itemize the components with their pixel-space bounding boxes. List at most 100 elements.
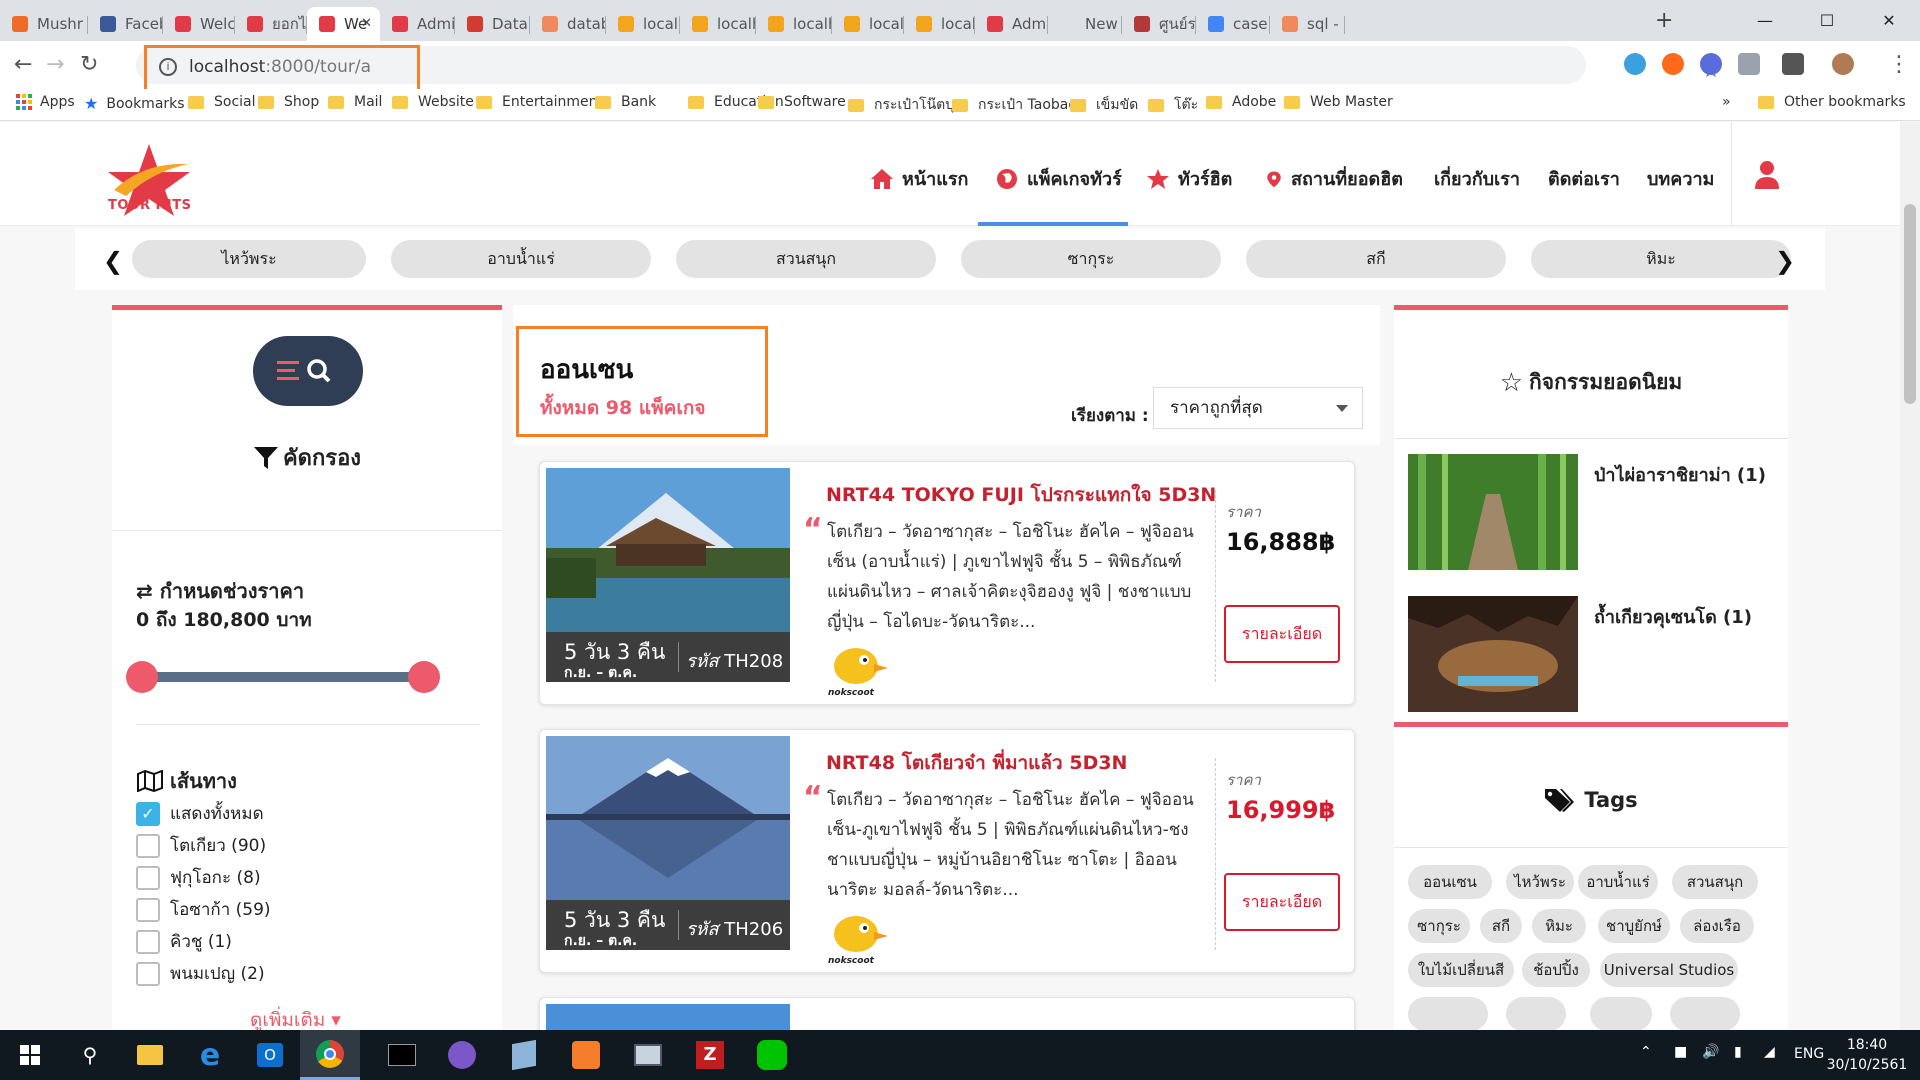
nav-contact[interactable]: ติดต่อเรา bbox=[1548, 164, 1620, 193]
browser-tab[interactable]: Welco bbox=[163, 7, 235, 41]
file-explorer-button[interactable] bbox=[120, 1030, 180, 1080]
tray-app-icon[interactable]: ■ bbox=[1674, 1044, 1687, 1060]
bookmark-item[interactable]: Social bbox=[188, 94, 256, 110]
tag-chip[interactable]: ใบไม้เปลี่ยนสี bbox=[1408, 953, 1514, 987]
route-checkbox[interactable]: ✓ แสดงทั้งหมด bbox=[136, 800, 264, 827]
bookmark-item[interactable]: Apps bbox=[16, 94, 75, 110]
tour-card[interactable]: 5 วัน 3 คืน ก.ย. – ต.ค. รหัส TH206 NRT48… bbox=[539, 729, 1355, 973]
volume-icon[interactable]: 🔊 bbox=[1702, 1044, 1719, 1060]
browser-tab[interactable]: Mushr bbox=[0, 7, 88, 41]
carousel-prev-icon[interactable]: ❮ bbox=[103, 247, 123, 275]
bookmark-item[interactable]: Website bbox=[392, 94, 474, 110]
line-button[interactable] bbox=[742, 1030, 802, 1080]
bookmark-item[interactable]: Adobe bbox=[1206, 94, 1276, 110]
route-checkbox[interactable]: โตเกียว (90) bbox=[136, 832, 266, 859]
details-button[interactable]: รายละเอียด bbox=[1224, 605, 1340, 663]
tag-chip-partial[interactable] bbox=[1506, 997, 1566, 1030]
tag-chip[interactable]: สวนสนุก bbox=[1672, 865, 1758, 899]
browser-tab[interactable]: case v bbox=[1196, 7, 1270, 41]
browser-tab[interactable]: Facebo bbox=[88, 7, 163, 41]
minimize-button[interactable]: — bbox=[1734, 0, 1796, 41]
xampp-button[interactable] bbox=[556, 1030, 616, 1080]
bookmark-item[interactable]: ★ Bookmarks bbox=[84, 94, 185, 113]
clock[interactable]: 18:40 30/10/2561 bbox=[1822, 1035, 1912, 1075]
maximize-button[interactable]: ☐ bbox=[1796, 0, 1858, 41]
details-button[interactable]: รายละเอียด bbox=[1224, 873, 1340, 931]
bookmark-item[interactable]: Shop bbox=[258, 94, 319, 110]
back-button[interactable]: ← bbox=[14, 53, 32, 77]
profile-avatar[interactable] bbox=[1832, 53, 1854, 75]
checkbox-icon[interactable]: ✓ bbox=[136, 801, 160, 826]
tour-title[interactable]: NRT48 โตเกียวจ๋า พี่มาแล้ว 5D3N bbox=[826, 748, 1127, 778]
browser-tab[interactable]: localh bbox=[680, 7, 756, 41]
other-bookmarks[interactable]: Other bookmarks bbox=[1758, 94, 1906, 110]
user-icon[interactable] bbox=[1754, 160, 1780, 190]
route-checkbox[interactable]: พนมเปญ (2) bbox=[136, 960, 265, 987]
scrollbar-thumb[interactable] bbox=[1904, 204, 1916, 404]
activity-name[interactable]: ถ้ำเกียวคุเซนโด (1) bbox=[1594, 602, 1752, 712]
bookmark-item[interactable]: โต๊ะ bbox=[1148, 94, 1198, 116]
tag-chip-partial[interactable] bbox=[1590, 997, 1652, 1030]
bookmark-item[interactable]: Web Master bbox=[1284, 94, 1393, 110]
tag-chip-partial[interactable] bbox=[1670, 997, 1740, 1030]
close-tab-icon[interactable]: ✕ bbox=[361, 16, 372, 31]
show-more-link[interactable]: ดูเพิ่มเติม ▾ bbox=[250, 1005, 341, 1030]
nav-packages[interactable]: แพ็คเกจทัวร์ bbox=[995, 164, 1122, 193]
extension-r-icon[interactable] bbox=[1700, 53, 1722, 75]
bookmark-item[interactable]: Mail bbox=[328, 94, 382, 110]
page-scrollbar[interactable] bbox=[1900, 122, 1920, 1030]
bookmark-item[interactable]: Bank bbox=[595, 94, 656, 110]
site-info-icon[interactable]: i bbox=[159, 58, 177, 76]
github-button[interactable] bbox=[432, 1030, 492, 1080]
filezilla-button[interactable]: Z bbox=[680, 1030, 740, 1080]
language-indicator[interactable]: ENG bbox=[1794, 1046, 1824, 1062]
category-pill[interactable]: อาบน้ำแร่ bbox=[391, 240, 651, 278]
browser-tab[interactable]: ศูนย์รว bbox=[1122, 7, 1196, 41]
tag-chip[interactable]: Universal Studios bbox=[1600, 953, 1738, 987]
browser-tab[interactable]: Admin bbox=[380, 7, 455, 41]
extension-gear-icon[interactable] bbox=[1624, 53, 1646, 75]
chrome-button[interactable] bbox=[300, 1030, 360, 1080]
nav-popular-places[interactable]: สถานที่ยอดฮิต bbox=[1265, 164, 1403, 193]
start-button[interactable] bbox=[0, 1030, 60, 1080]
nav-about[interactable]: เกี่ยวกับเรา bbox=[1434, 164, 1520, 193]
tour-image-fuji-village[interactable] bbox=[546, 468, 790, 632]
browser-tab[interactable]: sql - L bbox=[1270, 7, 1345, 41]
edge-button[interactable]: e bbox=[180, 1030, 240, 1080]
category-pill[interactable]: ซากุระ bbox=[961, 240, 1221, 278]
browser-tab[interactable]: localh bbox=[756, 7, 832, 41]
bookmark-item[interactable]: Software bbox=[758, 94, 846, 110]
forward-button[interactable]: → bbox=[46, 53, 64, 77]
bookmark-item[interactable]: Entertainment bbox=[476, 94, 603, 110]
browser-tab[interactable]: ยอกไกโ bbox=[235, 7, 307, 41]
category-pill[interactable]: สวนสนุก bbox=[676, 240, 936, 278]
search-taskbar-button[interactable]: ⚲ bbox=[60, 1030, 120, 1080]
network-icon[interactable]: ◢ bbox=[1764, 1044, 1775, 1060]
bookmark-item[interactable]: เข็มขัด bbox=[1070, 94, 1138, 116]
activity-item[interactable]: ป่าไผ่อาราชิยาม่า (1) bbox=[1408, 454, 1766, 570]
tour-card[interactable]: 5 วัน 3 คืน ก.ย. – ต.ค. รหัส TH208 NRT44… bbox=[539, 461, 1355, 705]
tag-chip[interactable]: ไหว้พระ bbox=[1506, 865, 1574, 899]
remote-desktop-button[interactable] bbox=[618, 1030, 678, 1080]
reload-button[interactable]: ↻ bbox=[80, 53, 98, 77]
sort-select[interactable]: ราคาถูกที่สุด bbox=[1153, 387, 1363, 429]
checkbox-icon[interactable] bbox=[136, 865, 160, 890]
category-pill[interactable]: สกี bbox=[1246, 240, 1506, 278]
virtualbox-button[interactable] bbox=[494, 1030, 554, 1080]
extension-dropbox-icon[interactable] bbox=[1738, 53, 1760, 75]
checkbox-icon[interactable] bbox=[136, 833, 160, 858]
nav-articles[interactable]: บทความ bbox=[1647, 164, 1714, 193]
activity-name[interactable]: ป่าไผ่อาราชิยาม่า (1) bbox=[1594, 460, 1766, 570]
category-pill[interactable]: หิมะ bbox=[1531, 240, 1791, 278]
tag-chip-partial[interactable] bbox=[1408, 997, 1488, 1030]
activity-item[interactable]: ถ้ำเกียวคุเซนโด (1) bbox=[1408, 596, 1752, 712]
tag-chip[interactable]: ออนเซน bbox=[1408, 865, 1492, 899]
browser-tab[interactable]: localh bbox=[904, 7, 975, 41]
price-slider-max-handle[interactable] bbox=[408, 661, 440, 693]
route-checkbox[interactable]: โอซาก้า (59) bbox=[136, 896, 271, 923]
browser-tab[interactable]: New Tab bbox=[1048, 7, 1122, 41]
tag-chip[interactable]: หิมะ bbox=[1532, 909, 1586, 943]
url-text[interactable]: localhost:8000/tour/a bbox=[189, 57, 371, 77]
price-slider-min-handle[interactable] bbox=[126, 661, 158, 693]
route-checkbox[interactable]: คิวชู (1) bbox=[136, 928, 232, 955]
